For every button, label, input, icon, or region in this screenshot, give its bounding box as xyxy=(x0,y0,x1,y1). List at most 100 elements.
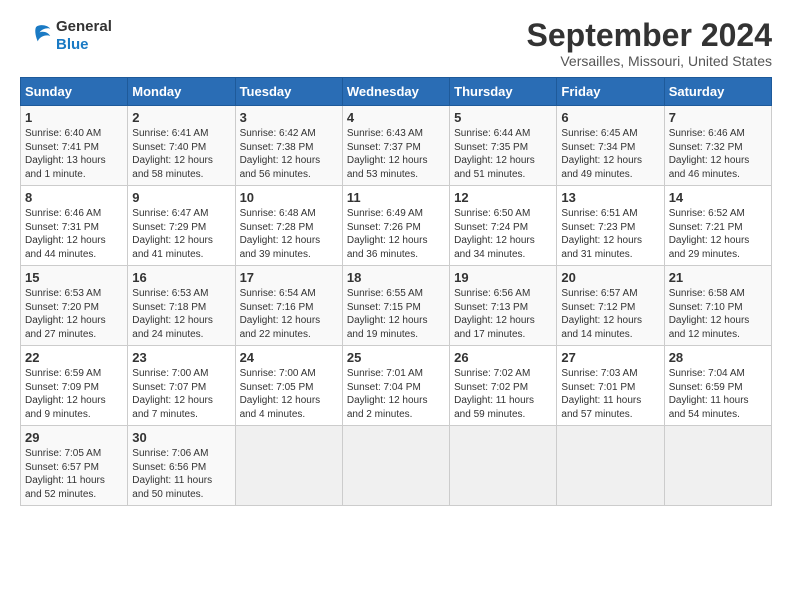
day-info: Sunrise: 7:01 AMSunset: 7:04 PMDaylight:… xyxy=(347,368,428,420)
day-info: Sunrise: 7:03 AMSunset: 7:01 PMDaylight:… xyxy=(561,368,641,420)
day-cell xyxy=(664,426,771,506)
day-info: Sunrise: 6:41 AMSunset: 7:40 PMDaylight:… xyxy=(132,128,213,180)
title-area: September 2024 Versailles, Missouri, Uni… xyxy=(527,18,772,69)
week-row-1: 1 Sunrise: 6:40 AMSunset: 7:41 PMDaylight… xyxy=(21,106,772,186)
day-info: Sunrise: 6:46 AMSunset: 7:31 PMDaylight:… xyxy=(25,208,106,260)
day-cell: 18 Sunrise: 6:55 AMSunset: 7:15 PMDayligh… xyxy=(342,266,449,346)
day-cell xyxy=(235,426,342,506)
header-cell-tuesday: Tuesday xyxy=(235,78,342,106)
logo: General Blue xyxy=(20,18,112,54)
day-info: Sunrise: 6:45 AMSunset: 7:34 PMDaylight:… xyxy=(561,128,642,180)
week-row-3: 15Sunrise: 6:53 AMSunset: 7:20 PMDayligh… xyxy=(21,266,772,346)
calendar-table: SundayMondayTuesdayWednesdayThursdayFrid… xyxy=(20,77,772,506)
day-number: 27 xyxy=(561,350,659,365)
day-info: Sunrise: 6:58 AMSunset: 7:10 PMDaylight:… xyxy=(669,288,750,340)
day-info: Sunrise: 7:00 AMSunset: 7:05 PMDaylight:… xyxy=(240,368,321,420)
day-cell: 20 Sunrise: 6:57 AMSunset: 7:12 PMDayligh… xyxy=(557,266,664,346)
day-info: Sunrise: 6:53 AMSunset: 7:18 PMDaylight:… xyxy=(132,288,213,340)
day-info: Sunrise: 6:42 AMSunset: 7:38 PMDaylight:… xyxy=(240,128,321,180)
day-cell: 29 Sunrise: 7:05 AMSunset: 6:57 PMDayligh… xyxy=(21,426,128,506)
day-number: 11 xyxy=(347,190,445,205)
header-cell-sunday: Sunday xyxy=(21,78,128,106)
day-cell: 22Sunrise: 6:59 AMSunset: 7:09 PMDayligh… xyxy=(21,346,128,426)
day-info: Sunrise: 6:40 AMSunset: 7:41 PMDaylight:… xyxy=(25,128,106,180)
day-number: 5 xyxy=(454,110,552,125)
day-cell: 15Sunrise: 6:53 AMSunset: 7:20 PMDayligh… xyxy=(21,266,128,346)
header-cell-wednesday: Wednesday xyxy=(342,78,449,106)
day-number: 8 xyxy=(25,190,123,205)
main-title: September 2024 xyxy=(527,18,772,53)
page: General Blue September 2024 Versailles, … xyxy=(0,0,792,516)
day-number: 9 xyxy=(132,190,230,205)
header-cell-friday: Friday xyxy=(557,78,664,106)
day-number: 30 xyxy=(132,430,230,445)
day-cell: 25Sunrise: 7:01 AMSunset: 7:04 PMDayligh… xyxy=(342,346,449,426)
day-number: 21 xyxy=(669,270,767,285)
header-cell-monday: Monday xyxy=(128,78,235,106)
day-number: 10 xyxy=(240,190,338,205)
day-number: 20 xyxy=(561,270,659,285)
day-number: 7 xyxy=(669,110,767,125)
day-cell: 7Sunrise: 6:46 AMSunset: 7:32 PMDaylight… xyxy=(664,106,771,186)
day-info: Sunrise: 6:57 AMSunset: 7:12 PMDaylight:… xyxy=(561,288,642,340)
day-info: Sunrise: 7:05 AMSunset: 6:57 PMDaylight:… xyxy=(25,448,105,500)
day-cell xyxy=(342,426,449,506)
day-cell: 11 Sunrise: 6:49 AMSunset: 7:26 PMDayligh… xyxy=(342,186,449,266)
day-number: 2 xyxy=(132,110,230,125)
day-info: Sunrise: 6:56 AMSunset: 7:13 PMDaylight:… xyxy=(454,288,535,340)
week-row-4: 22Sunrise: 6:59 AMSunset: 7:09 PMDayligh… xyxy=(21,346,772,426)
day-cell: 4Sunrise: 6:43 AMSunset: 7:37 PMDaylight… xyxy=(342,106,449,186)
day-cell: 9 Sunrise: 6:47 AMSunset: 7:29 PMDaylight… xyxy=(128,186,235,266)
day-cell: 8 Sunrise: 6:46 AMSunset: 7:31 PMDaylight… xyxy=(21,186,128,266)
day-info: Sunrise: 6:54 AMSunset: 7:16 PMDaylight:… xyxy=(240,288,321,340)
day-info: Sunrise: 6:47 AMSunset: 7:29 PMDaylight:… xyxy=(132,208,213,260)
day-info: Sunrise: 6:53 AMSunset: 7:20 PMDaylight:… xyxy=(25,288,106,340)
week-row-5: 29 Sunrise: 7:05 AMSunset: 6:57 PMDayligh… xyxy=(21,426,772,506)
day-number: 29 xyxy=(25,430,123,445)
day-cell: 19Sunrise: 6:56 AMSunset: 7:13 PMDayligh… xyxy=(450,266,557,346)
day-number: 1 xyxy=(25,110,123,125)
day-cell: 2 Sunrise: 6:41 AMSunset: 7:40 PMDaylight… xyxy=(128,106,235,186)
day-number: 6 xyxy=(561,110,659,125)
day-cell: 28 Sunrise: 7:04 AMSunset: 6:59 PMDayligh… xyxy=(664,346,771,426)
day-cell: 30 Sunrise: 7:06 AMSunset: 6:56 PMDayligh… xyxy=(128,426,235,506)
day-info: Sunrise: 7:00 AMSunset: 7:07 PMDaylight:… xyxy=(132,368,213,420)
day-info: Sunrise: 6:43 AMSunset: 7:37 PMDaylight:… xyxy=(347,128,428,180)
day-info: Sunrise: 7:06 AMSunset: 6:56 PMDaylight:… xyxy=(132,448,212,500)
day-number: 17 xyxy=(240,270,338,285)
day-info: Sunrise: 6:50 AMSunset: 7:24 PMDaylight:… xyxy=(454,208,535,260)
day-number: 16 xyxy=(132,270,230,285)
day-number: 18 xyxy=(347,270,445,285)
day-number: 12 xyxy=(454,190,552,205)
day-number: 26 xyxy=(454,350,552,365)
week-row-2: 8 Sunrise: 6:46 AMSunset: 7:31 PMDaylight… xyxy=(21,186,772,266)
day-info: Sunrise: 6:55 AMSunset: 7:15 PMDaylight:… xyxy=(347,288,428,340)
day-cell: 13Sunrise: 6:51 AMSunset: 7:23 PMDayligh… xyxy=(557,186,664,266)
day-cell: 17 Sunrise: 6:54 AMSunset: 7:16 PMDayligh… xyxy=(235,266,342,346)
day-info: Sunrise: 6:52 AMSunset: 7:21 PMDaylight:… xyxy=(669,208,750,260)
day-number: 14 xyxy=(669,190,767,205)
day-number: 28 xyxy=(669,350,767,365)
day-cell: 12 Sunrise: 6:50 AMSunset: 7:24 PMDayligh… xyxy=(450,186,557,266)
header-row: SundayMondayTuesdayWednesdayThursdayFrid… xyxy=(21,78,772,106)
day-number: 23 xyxy=(132,350,230,365)
day-number: 3 xyxy=(240,110,338,125)
day-cell: 6 Sunrise: 6:45 AMSunset: 7:34 PMDaylight… xyxy=(557,106,664,186)
day-info: Sunrise: 6:49 AMSunset: 7:26 PMDaylight:… xyxy=(347,208,428,260)
day-cell: 16 Sunrise: 6:53 AMSunset: 7:18 PMDayligh… xyxy=(128,266,235,346)
day-info: Sunrise: 6:51 AMSunset: 7:23 PMDaylight:… xyxy=(561,208,642,260)
day-cell: 5Sunrise: 6:44 AMSunset: 7:35 PMDaylight… xyxy=(450,106,557,186)
day-number: 22 xyxy=(25,350,123,365)
header-cell-saturday: Saturday xyxy=(664,78,771,106)
day-cell: 14 Sunrise: 6:52 AMSunset: 7:21 PMDayligh… xyxy=(664,186,771,266)
day-info: Sunrise: 7:04 AMSunset: 6:59 PMDaylight:… xyxy=(669,368,749,420)
day-cell: 10 Sunrise: 6:48 AMSunset: 7:28 PMDayligh… xyxy=(235,186,342,266)
day-cell xyxy=(557,426,664,506)
header-cell-thursday: Thursday xyxy=(450,78,557,106)
day-info: Sunrise: 6:48 AMSunset: 7:28 PMDaylight:… xyxy=(240,208,321,260)
logo-icon xyxy=(20,20,52,52)
day-cell: 26Sunrise: 7:02 AMSunset: 7:02 PMDayligh… xyxy=(450,346,557,426)
day-cell: 24 Sunrise: 7:00 AMSunset: 7:05 PMDayligh… xyxy=(235,346,342,426)
day-number: 24 xyxy=(240,350,338,365)
day-cell: 3 Sunrise: 6:42 AMSunset: 7:38 PMDaylight… xyxy=(235,106,342,186)
